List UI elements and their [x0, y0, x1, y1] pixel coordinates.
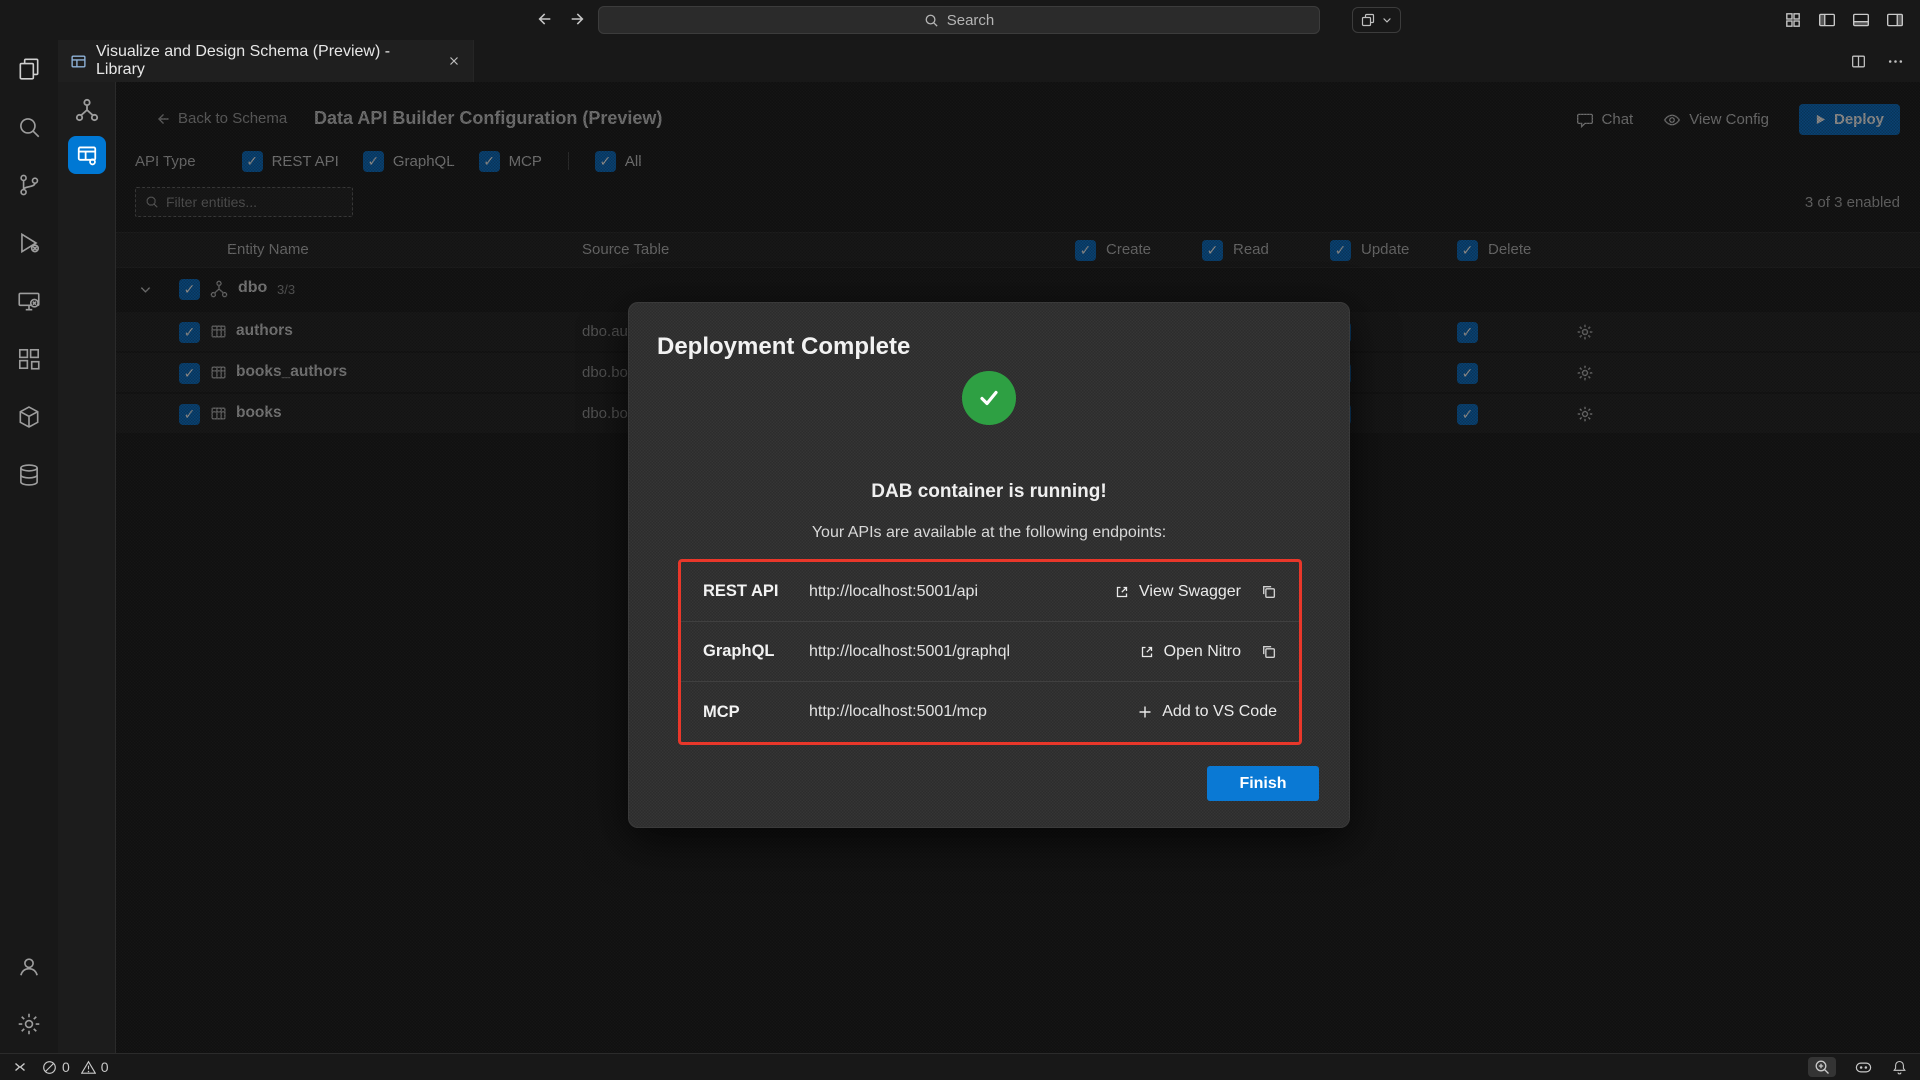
- external-link-icon: [1114, 584, 1130, 600]
- search-icon: [924, 13, 939, 28]
- schema-view-icon[interactable]: [75, 98, 99, 122]
- warning-count: 0: [101, 1059, 109, 1075]
- endpoint-row-rest: REST API http://localhost:5001/api View …: [681, 562, 1299, 622]
- external-link-icon: [1139, 644, 1155, 660]
- schema-designer-tab-icon: [70, 53, 87, 70]
- problems-indicator[interactable]: 0 0: [42, 1059, 109, 1075]
- extensions-icon[interactable]: [0, 330, 58, 388]
- tabbar-actions: [1850, 40, 1904, 82]
- plus-icon: [1137, 704, 1153, 720]
- toggle-sidebar-left-icon[interactable]: [1818, 11, 1836, 29]
- layers-icon: [1360, 12, 1376, 28]
- activity-bar: [0, 40, 58, 1053]
- endpoint-row-graphql: GraphQL http://localhost:5001/graphql Op…: [681, 622, 1299, 682]
- tab-bar: Visualize and Design Schema (Preview) - …: [58, 40, 1920, 82]
- statusbar-right: [1808, 1057, 1908, 1077]
- chevron-down-icon: [1381, 14, 1393, 26]
- notifications-bell-icon[interactable]: [1891, 1059, 1908, 1076]
- endpoint-action-label: View Swagger: [1139, 583, 1241, 601]
- finish-button[interactable]: Finish: [1207, 766, 1319, 801]
- customize-layout-icon[interactable]: [1784, 11, 1802, 29]
- open-nitro-link[interactable]: Open Nitro: [1139, 643, 1241, 661]
- search-view-icon[interactable]: [0, 98, 58, 156]
- package-icon[interactable]: [0, 388, 58, 446]
- command-center-search[interactable]: Search: [598, 6, 1320, 34]
- remote-window-icon[interactable]: [12, 1059, 28, 1075]
- modal-subtitle: Your APIs are available at the following…: [629, 524, 1349, 542]
- account-icon[interactable]: [0, 937, 58, 995]
- layout-controls: [1784, 11, 1904, 29]
- endpoint-row-mcp: MCP http://localhost:5001/mcp Add to VS …: [681, 682, 1299, 742]
- endpoints-box: REST API http://localhost:5001/api View …: [678, 559, 1302, 745]
- error-icon: [42, 1060, 57, 1075]
- forward-arrow-icon[interactable]: [570, 10, 588, 28]
- status-bar: 0 0: [0, 1053, 1920, 1080]
- copilot-menu-button[interactable]: [1352, 7, 1401, 33]
- modal-status-text: DAB container is running!: [629, 481, 1349, 503]
- error-count: 0: [62, 1059, 70, 1075]
- modal-title: Deployment Complete: [657, 333, 910, 361]
- endpoint-name: MCP: [703, 703, 809, 722]
- success-check-icon: [962, 371, 1016, 425]
- deployment-complete-modal: Deployment Complete DAB container is run…: [628, 302, 1350, 828]
- close-icon[interactable]: [447, 54, 461, 68]
- source-control-icon[interactable]: [0, 156, 58, 214]
- endpoint-url: http://localhost:5001/mcp: [809, 703, 1137, 721]
- endpoint-url: http://localhost:5001/graphql: [809, 643, 1139, 661]
- dab-config-view-icon[interactable]: [68, 136, 106, 174]
- database-icon[interactable]: [0, 446, 58, 504]
- view-swagger-link[interactable]: View Swagger: [1114, 583, 1241, 601]
- tab-schema-designer[interactable]: Visualize and Design Schema (Preview) - …: [58, 40, 474, 82]
- toggle-sidebar-right-icon[interactable]: [1886, 11, 1904, 29]
- explorer-icon[interactable]: [0, 40, 58, 98]
- add-to-vscode-link[interactable]: Add to VS Code: [1137, 703, 1277, 721]
- titlebar: Search: [0, 0, 1920, 40]
- run-debug-icon[interactable]: [0, 214, 58, 272]
- endpoint-name: GraphQL: [703, 642, 809, 661]
- remote-explorer-icon[interactable]: [0, 272, 58, 330]
- statusbar-left: 0 0: [12, 1059, 109, 1075]
- endpoint-action-label: Open Nitro: [1164, 643, 1241, 661]
- search-label: Search: [947, 12, 995, 29]
- zoom-in-icon[interactable]: [1808, 1057, 1836, 1077]
- endpoint-name: REST API: [703, 582, 809, 601]
- endpoint-url: http://localhost:5001/api: [809, 583, 1114, 601]
- ellipsis-icon[interactable]: [1887, 53, 1904, 70]
- nav-arrows: [534, 10, 588, 28]
- copy-icon[interactable]: [1260, 643, 1277, 660]
- endpoint-action-label: Add to VS Code: [1162, 703, 1277, 721]
- toggle-panel-icon[interactable]: [1852, 11, 1870, 29]
- warning-icon: [81, 1060, 96, 1075]
- back-arrow-icon[interactable]: [534, 10, 552, 28]
- split-editor-icon[interactable]: [1850, 53, 1867, 70]
- copilot-icon[interactable]: [1854, 1058, 1873, 1077]
- extension-view-strip: [58, 82, 116, 1053]
- settings-gear-icon[interactable]: [0, 995, 58, 1053]
- copy-icon[interactable]: [1260, 583, 1277, 600]
- tab-title: Visualize and Design Schema (Preview) - …: [96, 43, 438, 79]
- dab-configuration-view: Back to Schema Data API Builder Configur…: [116, 82, 1920, 1053]
